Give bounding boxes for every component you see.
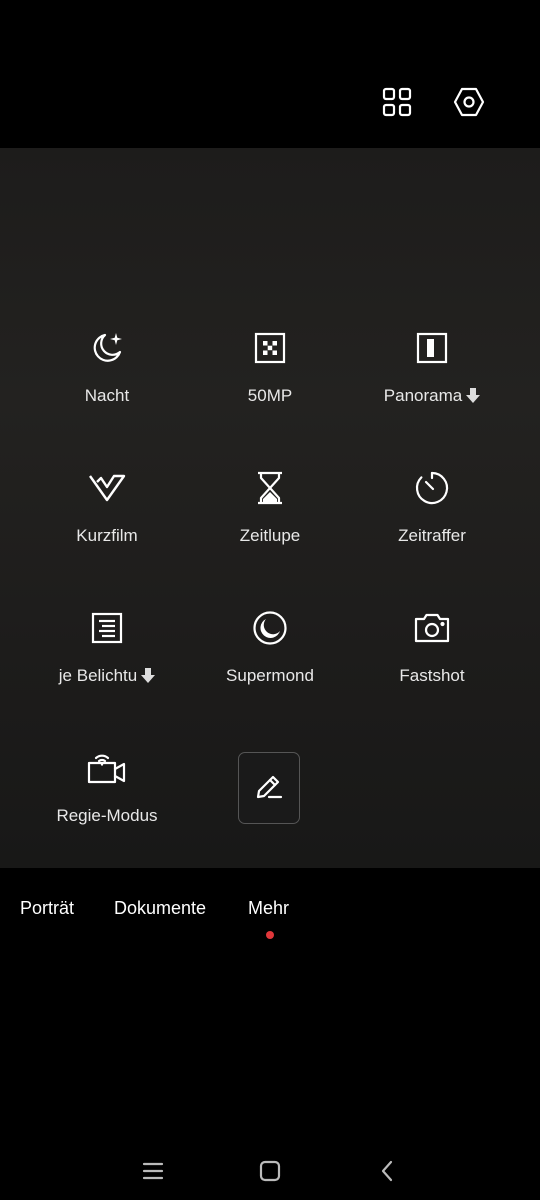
top-bar bbox=[0, 0, 540, 148]
supermoon-icon bbox=[250, 608, 290, 648]
grid-icon[interactable] bbox=[381, 86, 413, 118]
download-icon bbox=[466, 387, 481, 403]
mode-label: Nacht bbox=[84, 386, 130, 405]
mode-zeitraffer[interactable]: Zeitraffer bbox=[352, 468, 512, 578]
mode-zeitlupe[interactable]: Zeitlupe bbox=[190, 468, 350, 578]
long-exposure-icon bbox=[87, 608, 127, 648]
mode-label: Zeitraffer bbox=[398, 526, 466, 545]
tab-dokumente[interactable]: Dokumente bbox=[114, 898, 206, 919]
pencil-icon bbox=[254, 771, 284, 806]
mode-regie[interactable]: Regie-Modus bbox=[27, 748, 187, 858]
mode-label: je Belichtu bbox=[27, 666, 187, 686]
camera-icon bbox=[412, 608, 452, 648]
active-tab-indicator bbox=[266, 931, 274, 939]
mode-supermond[interactable]: Supermond bbox=[190, 608, 350, 718]
mode-panorama[interactable]: Panorama bbox=[352, 328, 512, 438]
home-icon[interactable] bbox=[255, 1156, 285, 1186]
mode-label: Fastshot bbox=[399, 666, 465, 685]
mode-lange-belichtung[interactable]: je Belichtu bbox=[27, 608, 187, 718]
mode-panel: Nacht 50MP Panorama Kurzfilm Zeitlupe Ze… bbox=[0, 148, 540, 868]
mode-label: Regie-Modus bbox=[56, 806, 158, 825]
director-mode-icon bbox=[87, 748, 127, 788]
download-icon bbox=[141, 667, 156, 683]
mode-50mp[interactable]: 50MP bbox=[190, 328, 350, 438]
settings-hexagon-icon[interactable] bbox=[453, 86, 485, 118]
menu-icon[interactable] bbox=[138, 1156, 168, 1186]
mode-label: Panorama bbox=[352, 386, 512, 406]
mode-fastshot[interactable]: Fastshot bbox=[352, 608, 512, 718]
50mp-icon bbox=[250, 328, 290, 368]
mode-label: Kurzfilm bbox=[76, 526, 138, 545]
panorama-icon bbox=[412, 328, 452, 368]
navigation-bar bbox=[0, 1140, 540, 1200]
back-icon[interactable] bbox=[372, 1156, 402, 1186]
mode-kurzfilm[interactable]: Kurzfilm bbox=[27, 468, 187, 578]
tab-mehr[interactable]: Mehr bbox=[248, 898, 289, 919]
mode-tab-bar: Porträt Dokumente Mehr bbox=[0, 868, 540, 948]
mode-label: Supermond bbox=[226, 666, 314, 685]
tab-portrait[interactable]: Porträt bbox=[20, 898, 74, 919]
hourglass-icon bbox=[250, 468, 290, 508]
mode-label: Zeitlupe bbox=[239, 526, 301, 545]
kurzfilm-icon bbox=[87, 468, 127, 508]
timer-icon bbox=[412, 468, 452, 508]
edit-modes-button[interactable] bbox=[238, 752, 300, 824]
night-moon-icon bbox=[87, 328, 127, 368]
mode-nacht[interactable]: Nacht bbox=[27, 328, 187, 438]
mode-label: 50MP bbox=[247, 386, 293, 405]
